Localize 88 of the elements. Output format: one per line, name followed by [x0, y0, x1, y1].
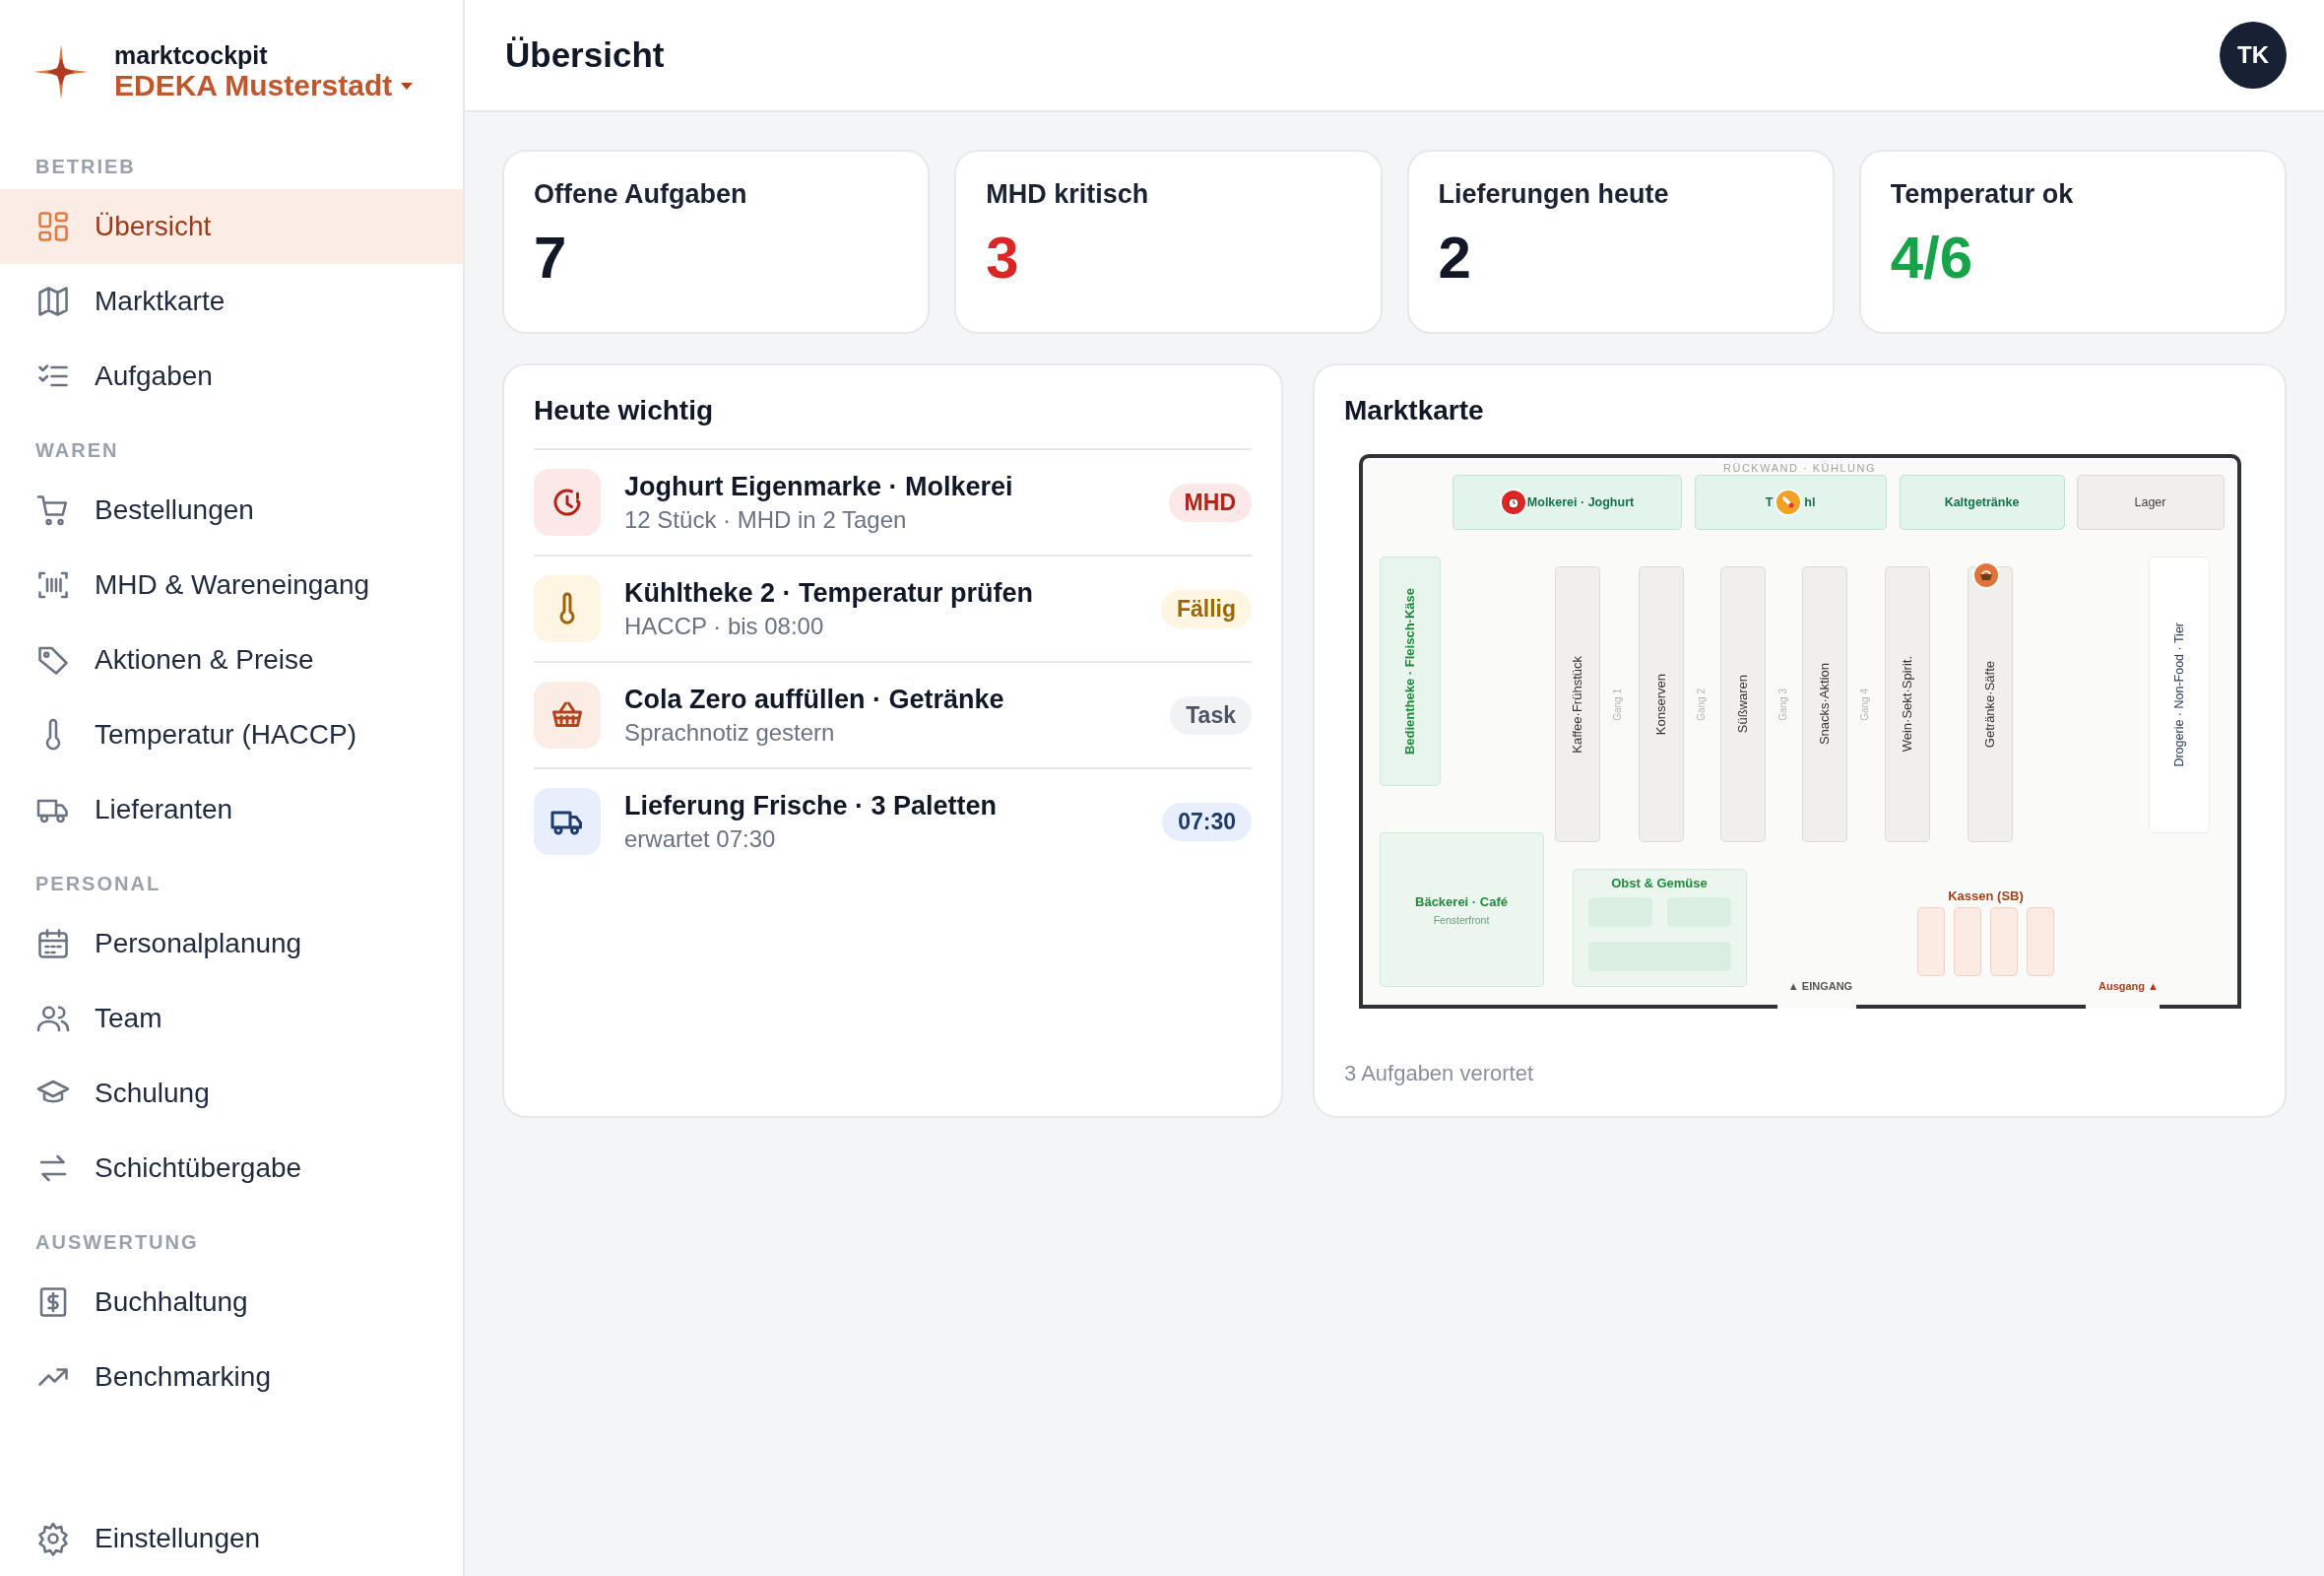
- sidebar-item[interactable]: Schulung: [0, 1056, 463, 1131]
- section-label: WAREN: [34, 438, 120, 463]
- checkout-lane: [1989, 907, 2018, 976]
- stat-title: Temperatur ok: [1890, 179, 2075, 210]
- task-title: Kühltheke 2 · Temperatur prüfen: [624, 577, 1035, 609]
- status-badge: Fällig: [1160, 589, 1252, 628]
- map-footer-note: 3 Aufgaben verortet: [1344, 1061, 1535, 1087]
- page-title: Übersicht: [505, 35, 665, 75]
- aisle-label: Gang 2: [1695, 687, 1708, 723]
- stat-value: 7: [534, 224, 568, 293]
- settings-icon: [35, 1521, 71, 1556]
- sidebar-item[interactable]: Einstellungen: [0, 1501, 463, 1576]
- map-icon: [35, 284, 71, 319]
- status-badge: 07:30: [1162, 802, 1252, 841]
- checkout-lane: [2026, 907, 2054, 976]
- panel-title: Heute wichtig: [534, 394, 714, 427]
- stat-title: MHD kritisch: [986, 179, 1150, 210]
- task-row[interactable]: Joghurt Eigenmarke · Molkerei 12 Stück · MHD in 2 Tagen MHD: [534, 450, 1252, 557]
- store-zone[interactable]: Molkerei · Joghurt: [1452, 475, 1682, 530]
- produce-zone[interactable]: Obst & Gemüse: [1572, 869, 1747, 987]
- thermometer-marker-icon[interactable]: [1775, 489, 1803, 516]
- task-row[interactable]: Cola Zero auffüllen · Getränke Sprachnotiz gestern Task: [534, 663, 1252, 769]
- exit-label: Ausgang ▲: [2098, 980, 2160, 992]
- alarm-clock-marker-icon[interactable]: [1499, 489, 1527, 516]
- store-selector[interactable]: EDEKA Musterstadt: [114, 69, 415, 102]
- status-badge: MHD: [1168, 483, 1252, 522]
- stat-value: 2: [1438, 224, 1472, 293]
- checkout-lane: [1916, 907, 1945, 976]
- task-subtitle: Sprachnotiz gestern: [624, 718, 836, 747]
- basket-icon: [534, 682, 601, 749]
- stat-value: 3: [986, 224, 1020, 293]
- product-name: marktcockpit: [114, 41, 269, 69]
- task-row[interactable]: Kühltheke 2 · Temperatur prüfen HACCP · bis 08:00 Fällig: [534, 557, 1252, 663]
- calendar-icon: [35, 926, 71, 961]
- task-row[interactable]: Lieferung Frische · 3 Paletten erwartet 07:30 07:30: [534, 769, 1252, 874]
- sidebar-item[interactable]: Buchhaltung: [0, 1265, 463, 1340]
- sidebar-item[interactable]: Benchmarking: [0, 1340, 463, 1414]
- aisle-label: Gang 3: [1776, 687, 1789, 723]
- sidebar-item[interactable]: Personalplanung: [0, 906, 463, 981]
- checkout-label: Kassen (SB): [1947, 888, 2025, 903]
- task-subtitle: erwartet 07:30: [624, 824, 777, 853]
- aisle-label: Gang 1: [1611, 687, 1624, 723]
- stat-title: Offene Aufgaben: [534, 179, 748, 210]
- wall-label: RÜCKWAND · KÜHLUNG: [1722, 462, 1877, 474]
- task-subtitle: HACCP · bis 08:00: [624, 612, 825, 640]
- shelf[interactable]: Konserven: [1638, 566, 1684, 842]
- grid-icon: [35, 209, 71, 244]
- sidebar-item[interactable]: Team: [0, 981, 463, 1056]
- sidebar-item[interactable]: Temperatur (HACCP): [0, 697, 463, 772]
- stat-title: Lieferungen heute: [1438, 179, 1670, 210]
- shelf[interactable]: Süßwaren: [1719, 566, 1766, 842]
- store-zone[interactable]: Kaltgetränke: [1899, 475, 2065, 530]
- task-title: Lieferung Frische · 3 Paletten: [624, 790, 999, 821]
- status-badge: Task: [1170, 695, 1252, 735]
- checkout-lane: [1953, 907, 1981, 976]
- truck-icon: [534, 788, 601, 855]
- section-label: AUSWERTUNG: [34, 1230, 200, 1255]
- sidebar-item[interactable]: Übersicht: [0, 189, 463, 264]
- aisle-label: Gang 4: [1858, 687, 1871, 723]
- section-label: BETRIEB: [34, 155, 137, 179]
- shelf[interactable]: Getränke·Säfte: [1967, 566, 2013, 842]
- sidebar-item[interactable]: Bestellungen: [0, 473, 463, 548]
- sidebar-item[interactable]: Aufgaben: [0, 339, 463, 414]
- caret-icon: [400, 81, 415, 91]
- entrance-label: ▲ EINGANG: [1786, 980, 1854, 992]
- thermometer-icon: [534, 575, 601, 642]
- alarm-clock-icon: [534, 469, 601, 536]
- sidebar-item[interactable]: Marktkarte: [0, 264, 463, 339]
- stat-value: 4/6: [1890, 224, 1974, 293]
- service-counter[interactable]: Bedientheke · Fleisch·Käse: [1379, 557, 1441, 786]
- task-title: Joghurt Eigenmarke · Molkerei: [624, 471, 1014, 502]
- basket-marker-icon[interactable]: [1971, 561, 2000, 589]
- store-zone[interactable]: Drogerie · Non-Food · Tier: [2148, 557, 2210, 833]
- bakery-zone[interactable]: Bäckerei · Café Fensterfront: [1379, 832, 1544, 987]
- store-zone[interactable]: T hl: [1694, 475, 1887, 530]
- task-subtitle: 12 Stück · MHD in 2 Tagen: [624, 505, 908, 534]
- store-zone[interactable]: Lager: [2076, 475, 2225, 530]
- sidebar-item[interactable]: Lieferanten: [0, 772, 463, 847]
- shelf[interactable]: Wein·Sekt·Spirit.: [1884, 566, 1930, 842]
- sidebar-item[interactable]: Aktionen & Preise: [0, 623, 463, 697]
- section-label: PERSONAL: [34, 872, 162, 896]
- sidebar-item[interactable]: MHD & Wareneingang: [0, 548, 463, 623]
- panel-title: Marktkarte: [1344, 394, 1485, 427]
- shelf[interactable]: Kaffee·Frühstück: [1554, 566, 1600, 842]
- user-avatar[interactable]: TK: [2220, 22, 2287, 89]
- sidebar-item[interactable]: Schichtübergabe: [0, 1131, 463, 1206]
- task-title: Cola Zero auffüllen · Getränke: [624, 684, 1005, 715]
- shelf[interactable]: Snacks·Aktion: [1801, 566, 1847, 842]
